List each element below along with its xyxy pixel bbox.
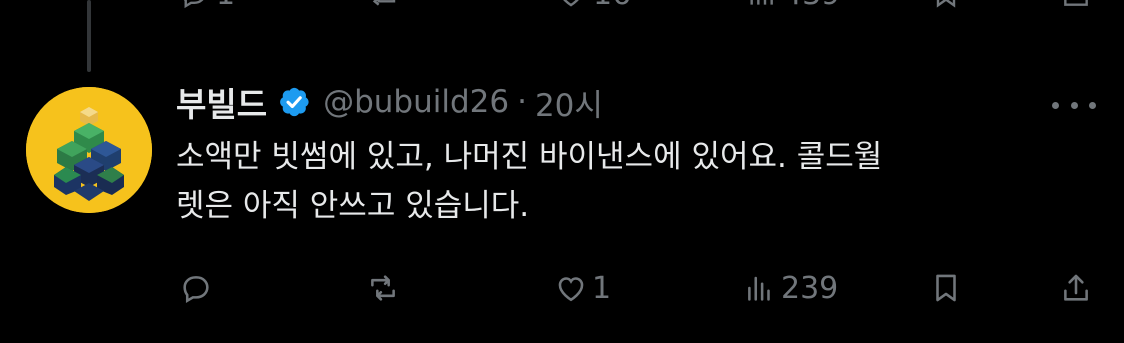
share-icon [1064,274,1088,301]
more-icon[interactable] [1052,90,1096,120]
separator-dot: · [517,84,527,120]
more-dot [1052,101,1059,109]
previous-view-count: 439 [783,0,840,12]
bookmark-button[interactable] [929,268,963,308]
tweet-text-line: 소액만 빗썸에 있고, 나머진 바이낸스에 있어요. 콜드월 [176,139,883,175]
tweet-text-line: 렛은 아직 안쓰고 있습니다. [176,188,530,224]
views-icon [750,0,773,5]
views-button[interactable]: 239 [743,268,838,308]
user-handle[interactable]: @bubuild26 [323,84,509,120]
repost-button[interactable] [366,268,404,308]
share-icon [1064,0,1088,6]
bookmark-icon [936,0,956,8]
reply-button[interactable] [179,268,217,308]
like-count: 1 [592,270,612,306]
tweet-action-bar: 1 239 [0,268,1124,308]
bookmark-icon [936,274,956,302]
repost-icon [372,0,396,6]
previous-like-action[interactable]: 16 [555,0,631,12]
previous-views-action[interactable]: 439 [745,0,840,12]
verified-badge-icon[interactable] [277,85,311,119]
previous-share-action[interactable] [1060,0,1092,10]
heart-icon [558,277,584,302]
like-button[interactable]: 1 [554,268,611,308]
previous-reply-action[interactable]: 1 [178,0,235,12]
more-dot [1070,101,1078,109]
tweet-text: 소액만 빗썸에 있고, 나머진 바이낸스에 있어요. 콜드월렛은 아직 안쓰고 … [176,133,1076,231]
repost-icon [371,275,395,301]
view-count: 239 [781,270,839,306]
reply-icon [183,0,204,9]
tweet-header: 부빌드 @bubuild26 · 20시 [176,80,603,124]
previous-repost-action[interactable] [368,0,400,10]
display-name[interactable]: 부빌드 [176,78,267,126]
reply-icon [183,276,209,304]
avatar[interactable] [26,87,152,213]
previous-reply-count: 1 [216,0,235,12]
share-button[interactable] [1059,268,1093,308]
thread-connector-line [87,0,91,72]
views-icon [748,276,770,301]
previous-bookmark-action[interactable] [930,0,962,10]
more-dot [1089,101,1096,109]
heart-icon [563,0,579,7]
previous-tweet-action-bar: 1 16 439 [0,0,1124,12]
timestamp[interactable]: 20시 [535,80,603,125]
previous-like-count: 16 [593,0,631,12]
avatar-image [26,87,152,213]
